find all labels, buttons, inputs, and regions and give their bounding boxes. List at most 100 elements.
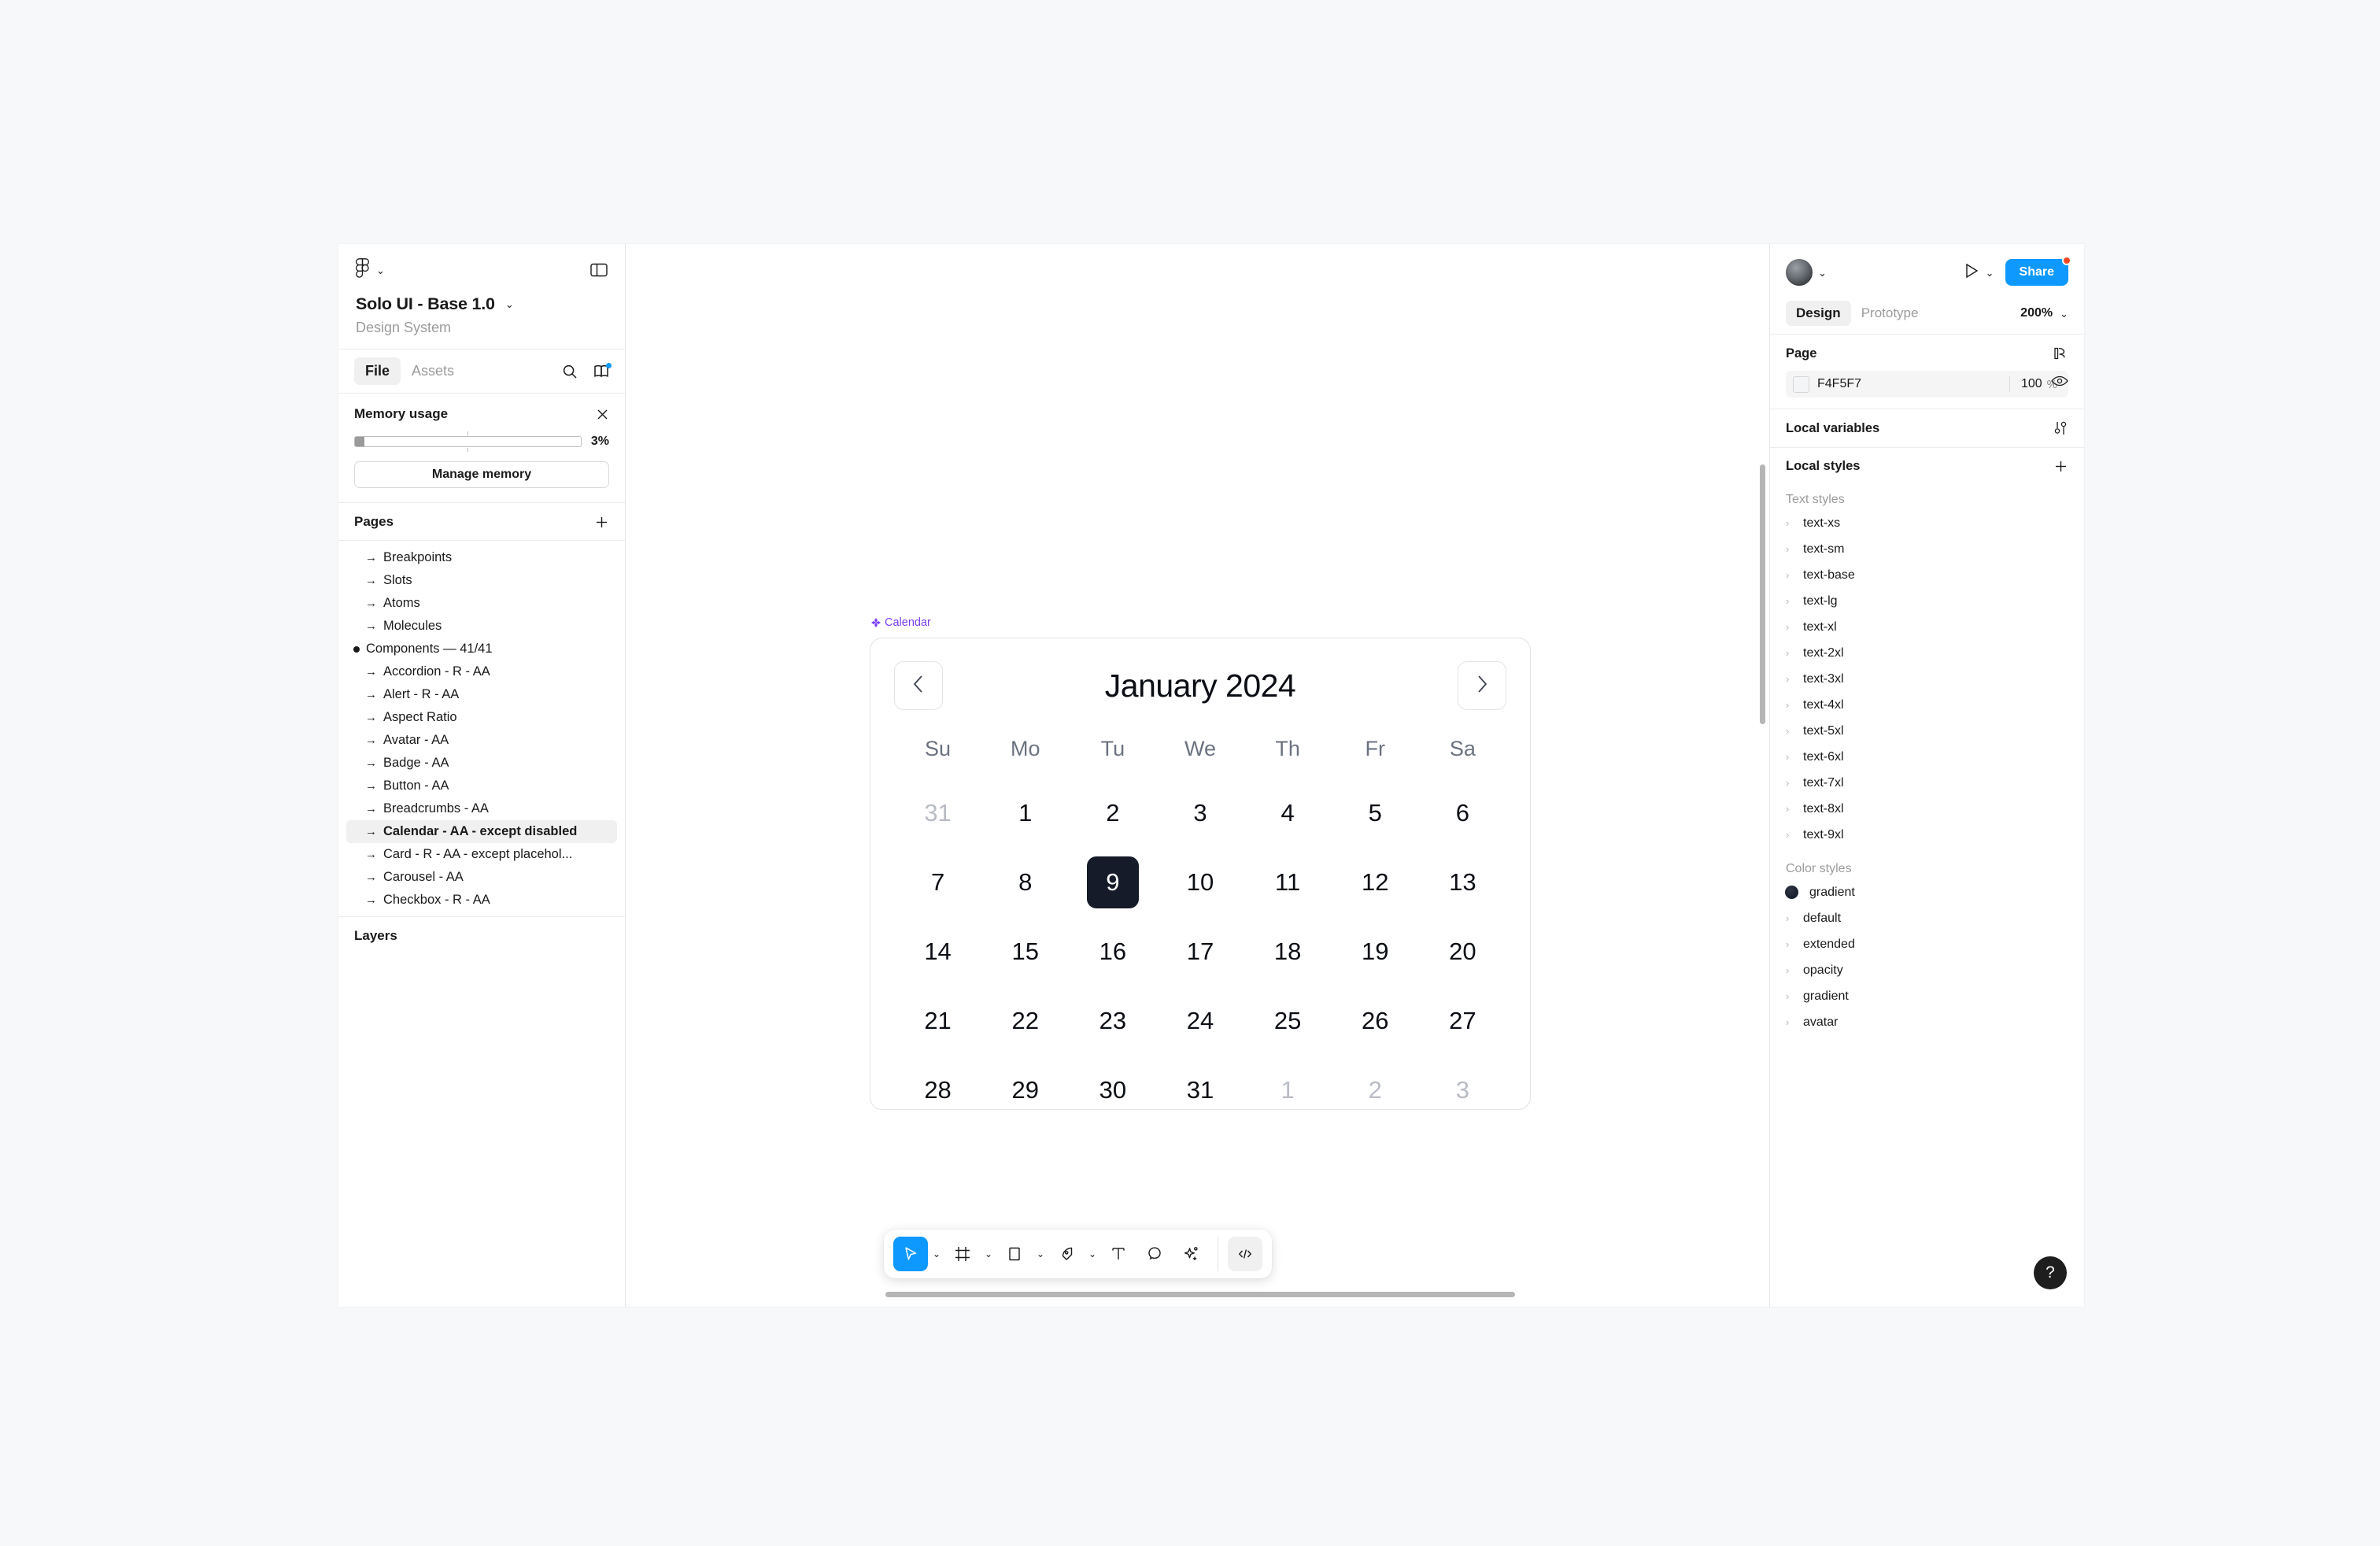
share-button[interactable]: Share — [2005, 256, 2071, 286]
calendar-day-cell[interactable]: 4 — [1244, 779, 1332, 848]
calendar-day-cell[interactable]: 27 — [1419, 986, 1506, 1056]
move-tool[interactable] — [893, 1237, 928, 1271]
calendar-day-cell[interactable]: 18 — [1244, 917, 1332, 986]
calendar-day-cell[interactable]: 13 — [1419, 848, 1506, 917]
sliders-icon[interactable] — [2053, 420, 2068, 436]
zoom-control[interactable]: 200% ⌄ — [2020, 306, 2068, 320]
frame-label-calendar[interactable]: Calendar — [871, 616, 931, 629]
chevron-right-icon[interactable]: › — [1786, 912, 1792, 924]
text-style-item[interactable]: › text-5xl — [1770, 718, 2084, 744]
figma-menu-button[interactable]: ⌄ — [356, 258, 385, 282]
shape-tool[interactable] — [997, 1237, 1032, 1271]
file-title-row[interactable]: Solo UI - Base 1.0 ⌄ — [356, 294, 608, 314]
calendar-day-cell[interactable]: 30 — [1069, 1056, 1156, 1125]
text-style-item[interactable]: › text-base — [1770, 562, 2084, 588]
page-list-item[interactable]: → Button - AA — [346, 775, 617, 797]
text-style-item[interactable]: › text-7xl — [1770, 770, 2084, 796]
shape-tool-caret-icon[interactable]: ⌄ — [1033, 1248, 1048, 1259]
calendar-day-cell[interactable]: 28 — [894, 1056, 981, 1125]
page-list-item[interactable]: → Alert - R - AA — [346, 683, 617, 706]
page-settings-icon[interactable] — [2052, 346, 2068, 361]
calendar-day-cell[interactable]: 26 — [1332, 986, 1419, 1056]
design-canvas[interactable]: Calendar January 2024 Su Mo Tu We Th Fr … — [626, 244, 1769, 1307]
calendar-day-cell[interactable]: 29 — [981, 1056, 1069, 1125]
page-list-item[interactable]: → Breakpoints — [346, 546, 617, 569]
text-style-item[interactable]: › text-8xl — [1770, 796, 2084, 822]
chevron-right-icon[interactable]: › — [1786, 751, 1792, 763]
eye-icon[interactable] — [2051, 375, 2068, 387]
tab-file[interactable]: File — [354, 357, 401, 385]
plus-icon[interactable] — [2053, 459, 2068, 474]
canvas-horizontal-scrollbar[interactable] — [885, 1292, 1515, 1297]
pen-tool[interactable] — [1049, 1237, 1084, 1271]
chevron-right-icon[interactable]: › — [1786, 673, 1792, 685]
page-list-item[interactable]: → Checkbox - R - AA — [346, 889, 617, 912]
calendar-day-cell[interactable]: 5 — [1332, 779, 1419, 848]
color-style-item[interactable]: gradient — [1770, 879, 2084, 905]
page-list-item[interactable]: → Card - R - AA - except placehol... — [346, 843, 617, 866]
calendar-day-cell[interactable]: 7 — [894, 848, 981, 917]
search-icon[interactable] — [562, 364, 578, 379]
chevron-right-icon[interactable]: › — [1786, 647, 1792, 659]
calendar-day-cell[interactable]: 24 — [1156, 986, 1244, 1056]
calendar-day-cell[interactable]: 9 — [1069, 848, 1156, 917]
chevron-right-icon[interactable]: › — [1786, 595, 1792, 607]
chevron-right-icon[interactable]: › — [1786, 990, 1792, 1002]
chevron-right-icon[interactable]: › — [1786, 543, 1792, 555]
calendar-day-cell[interactable]: 12 — [1332, 848, 1419, 917]
help-button[interactable]: ? — [2034, 1256, 2067, 1289]
calendar-day-cell[interactable]: 23 — [1069, 986, 1156, 1056]
text-style-item[interactable]: › text-4xl — [1770, 692, 2084, 718]
color-style-item[interactable]: › gradient — [1770, 983, 2084, 1009]
chevron-right-icon[interactable]: › — [1786, 829, 1792, 841]
calendar-day-cell[interactable]: 3 — [1419, 1056, 1506, 1125]
calendar-day-cell[interactable]: 16 — [1069, 917, 1156, 986]
chevron-right-icon[interactable]: › — [1786, 938, 1792, 950]
color-style-item[interactable]: › default — [1770, 905, 2084, 931]
color-style-item[interactable]: › avatar — [1770, 1009, 2084, 1035]
calendar-day-cell[interactable]: 10 — [1156, 848, 1244, 917]
comment-tool[interactable] — [1137, 1237, 1172, 1271]
local-variables-section[interactable]: Local variables — [1770, 409, 2084, 448]
text-style-item[interactable]: › text-3xl — [1770, 666, 2084, 692]
page-list-item[interactable]: Components — 41/41 — [346, 638, 617, 660]
chevron-right-icon[interactable]: › — [1786, 777, 1792, 789]
chevron-right-icon[interactable]: › — [1786, 699, 1792, 711]
present-button[interactable]: ⌄ — [1964, 263, 1994, 283]
color-style-item[interactable]: › opacity — [1770, 957, 2084, 983]
page-list-item[interactable]: → Molecules — [346, 615, 617, 638]
text-style-item[interactable]: › text-6xl — [1770, 744, 2084, 770]
user-avatar-menu[interactable]: ⌄ — [1786, 259, 1827, 286]
chevron-right-icon[interactable]: › — [1786, 964, 1792, 976]
page-list-item[interactable]: → Accordion - R - AA — [346, 660, 617, 683]
actions-tool[interactable] — [1173, 1237, 1208, 1271]
text-tool[interactable] — [1101, 1237, 1136, 1271]
chevron-right-icon[interactable]: › — [1786, 803, 1792, 815]
page-list-item[interactable]: → Atoms — [346, 592, 617, 615]
calendar-next-button[interactable] — [1458, 661, 1506, 710]
pen-tool-caret-icon[interactable]: ⌄ — [1085, 1248, 1099, 1259]
calendar-day-cell[interactable]: 2 — [1069, 779, 1156, 848]
calendar-day-cell[interactable]: 8 — [981, 848, 1069, 917]
page-list-item[interactable]: → Badge - AA — [346, 752, 617, 775]
calendar-day-cell[interactable]: 20 — [1419, 917, 1506, 986]
chevron-right-icon[interactable]: › — [1786, 1016, 1792, 1028]
text-style-item[interactable]: › text-lg — [1770, 588, 2084, 614]
calendar-day-cell[interactable]: 31 — [1156, 1056, 1244, 1125]
left-panel-toggle-icon[interactable] — [590, 263, 608, 277]
text-style-item[interactable]: › text-xs — [1770, 510, 2084, 536]
page-list-item[interactable]: → Aspect Ratio — [346, 706, 617, 729]
page-list-item[interactable]: → Slots — [346, 569, 617, 592]
dev-mode-toggle[interactable] — [1228, 1237, 1262, 1271]
calendar-day-cell[interactable]: 21 — [894, 986, 981, 1056]
calendar-day-cell[interactable]: 2 — [1332, 1056, 1419, 1125]
styles-scroll-area[interactable]: Text styles › text-xs › text-sm › text-base › t… — [1770, 485, 2084, 1307]
tab-prototype[interactable]: Prototype — [1851, 301, 1929, 326]
chevron-right-icon[interactable]: › — [1786, 621, 1792, 633]
calendar-day-cell[interactable]: 3 — [1156, 779, 1244, 848]
calendar-day-cell[interactable]: 1 — [981, 779, 1069, 848]
calendar-prev-button[interactable] — [894, 661, 943, 710]
manage-memory-button[interactable]: Manage memory — [354, 461, 609, 488]
tab-design[interactable]: Design — [1786, 301, 1851, 326]
frame-tool[interactable] — [945, 1237, 980, 1271]
